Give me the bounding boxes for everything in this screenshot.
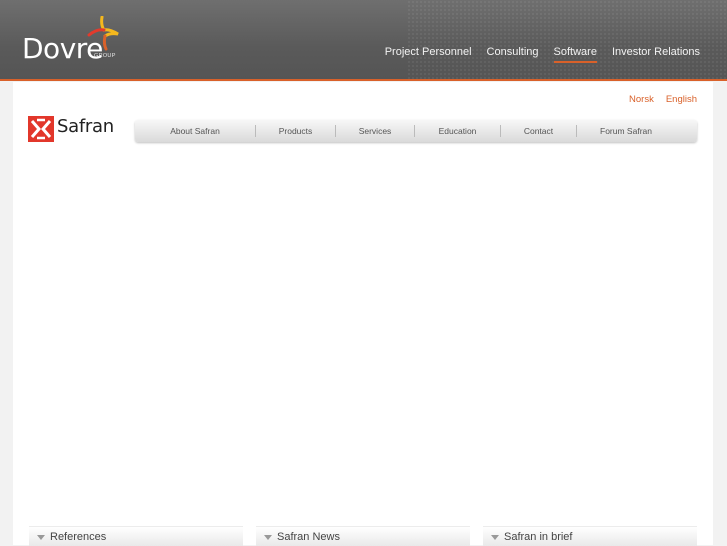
subnav-products[interactable]: Products xyxy=(256,120,335,142)
nav-project-personnel[interactable]: Project Personnel xyxy=(385,46,472,63)
subnav-education[interactable]: Education xyxy=(415,120,500,142)
nav-software[interactable]: Software xyxy=(553,46,597,63)
nav-investor-relations[interactable]: Investor Relations xyxy=(612,46,700,63)
subnav-forum-safran[interactable]: Forum Safran xyxy=(577,120,675,142)
box-safran-in-brief[interactable]: Safran in brief xyxy=(483,526,697,546)
top-header: Dovre GROUP Project Personnel Consulting… xyxy=(0,0,727,81)
lang-english[interactable]: English xyxy=(666,94,697,105)
safran-wordmark: Safran xyxy=(57,116,114,137)
box-title: Safran in brief xyxy=(504,531,573,543)
content-panel: Norsk English Safran About Safran Produc… xyxy=(13,82,713,545)
lang-norsk[interactable]: Norsk xyxy=(629,94,654,105)
expand-arrow-icon xyxy=(491,535,499,540)
logo-subtext: GROUP xyxy=(94,53,116,59)
dovre-star-icon xyxy=(87,16,119,51)
safran-mark-icon xyxy=(28,116,54,142)
expand-arrow-icon xyxy=(264,535,272,540)
box-safran-news[interactable]: Safran News xyxy=(256,526,470,546)
box-title: References xyxy=(50,531,107,543)
subnav-services[interactable]: Services xyxy=(336,120,414,142)
nav-consulting[interactable]: Consulting xyxy=(487,46,539,63)
language-switch: Norsk English xyxy=(629,94,697,105)
box-title: Safran News xyxy=(277,531,340,543)
expand-arrow-icon xyxy=(37,535,45,540)
subnav-contact[interactable]: Contact xyxy=(501,120,576,142)
box-references[interactable]: References xyxy=(29,526,243,546)
subnav-about-safran[interactable]: About Safran xyxy=(135,120,255,142)
main-nav: Project Personnel Consulting Software In… xyxy=(385,46,700,63)
safran-subnav: About Safran Products Services Education… xyxy=(135,120,697,142)
header-texture xyxy=(407,0,727,79)
